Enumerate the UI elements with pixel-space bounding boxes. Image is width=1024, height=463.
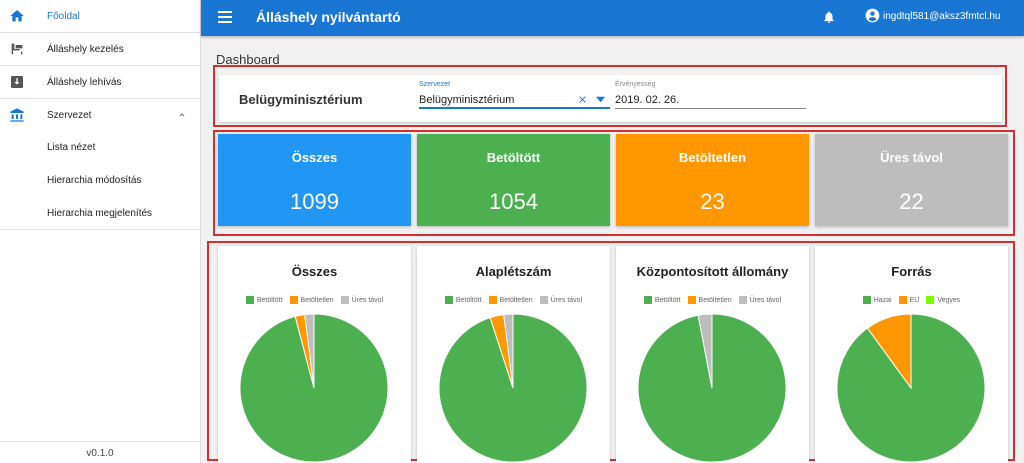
stat-value: 1054 xyxy=(489,189,538,214)
stat-title: Üres távol xyxy=(880,150,943,165)
sidebar-item-label: Álláshely kezelés xyxy=(47,44,124,55)
sidebar-item-position-management[interactable]: Álláshely kezelés xyxy=(0,33,200,66)
validity-date-field[interactable]: 2019. 02. 26. xyxy=(615,94,679,106)
app-root: Főoldal Álláshely kezelés Álláshely lehí… xyxy=(0,0,1024,463)
dropdown-arrow-icon[interactable] xyxy=(596,96,605,103)
sidebar-subitem-hierarchy-view[interactable]: Hierarchia megjelenítés xyxy=(47,208,152,219)
validity-field-label: Érvényesség xyxy=(615,81,656,88)
user-email[interactable]: ingdtql581@aksz3fmtcl.hu xyxy=(883,11,1000,22)
stat-card-empty-away[interactable]: Üres távol 22 xyxy=(815,134,1008,226)
stat-title: Betöltetlen xyxy=(678,150,747,165)
version-label: v0.1.0 xyxy=(86,448,114,459)
chart-card-centralized-staff: Központosított állomány Betöltött Betöltet… xyxy=(616,246,809,463)
chart-card-base-headcount: Alaplétszám Betöltött Betöltetlen Üres távo… xyxy=(417,246,610,463)
clear-icon[interactable] xyxy=(577,94,588,105)
institution-icon xyxy=(10,108,24,122)
home-icon xyxy=(10,10,24,22)
stat-value: 22 xyxy=(899,189,924,214)
menu-icon[interactable] xyxy=(218,11,232,23)
sidebar-item-label: Álláshely lehívás xyxy=(47,77,122,88)
organization-field-label: Szervezet xyxy=(419,81,451,88)
organization-select-underline xyxy=(419,107,610,109)
sidebar-item-label: Főoldal xyxy=(47,11,80,22)
stat-value: 1099 xyxy=(290,189,339,214)
filter-card: Belügyminisztérium Szervezet Belügyminis… xyxy=(219,75,1002,122)
account-circle-icon[interactable] xyxy=(865,8,880,23)
sidebar-item-home[interactable]: Főoldal xyxy=(0,0,200,33)
stat-value: 23 xyxy=(700,189,725,214)
sidebar-subitem-list-view[interactable]: Lista nézet xyxy=(47,142,95,153)
top-app-bar: Álláshely nyilvántartó ingdtql581@aksz3f… xyxy=(201,0,1024,36)
sidebar-item-organization[interactable]: Szervezet xyxy=(0,99,200,132)
pie-chart xyxy=(239,313,389,463)
chevron-up-icon[interactable] xyxy=(177,110,187,120)
stat-card-unfilled[interactable]: Betöltetlen 23 xyxy=(616,134,809,226)
desk-icon xyxy=(11,43,23,55)
chart-card-total: Összes Betöltött Betöltetlen Üres távol xyxy=(218,246,411,463)
stat-title: Betöltött xyxy=(486,150,541,165)
validity-date-underline xyxy=(615,108,806,109)
bell-icon[interactable] xyxy=(822,9,836,25)
stat-title: Összes xyxy=(291,150,338,165)
sidebar-item-position-request[interactable]: Álláshely lehívás xyxy=(0,66,200,99)
stat-card-total[interactable]: Összes 1099 xyxy=(218,134,411,226)
sidebar-subitem-hierarchy-edit[interactable]: Hierarchia módosítás xyxy=(47,175,141,186)
app-title: Álláshely nyilvántartó xyxy=(256,9,401,25)
pie-chart xyxy=(438,313,588,463)
chart-card-source: Forrás Hazai EU Vegyes xyxy=(815,246,1008,463)
divider xyxy=(0,441,200,442)
pie-chart xyxy=(836,313,986,463)
download-box-icon xyxy=(11,76,23,88)
divider xyxy=(0,229,200,230)
pie-chart xyxy=(637,313,787,463)
organization-select[interactable]: Belügyminisztérium xyxy=(419,94,514,106)
stat-card-filled[interactable]: Betöltött 1054 xyxy=(417,134,610,226)
sidebar-item-label: Szervezet xyxy=(47,110,92,121)
organization-heading: Belügyminisztérium xyxy=(239,92,363,107)
sidebar: Főoldal Álláshely kezelés Álláshely lehí… xyxy=(0,0,201,463)
